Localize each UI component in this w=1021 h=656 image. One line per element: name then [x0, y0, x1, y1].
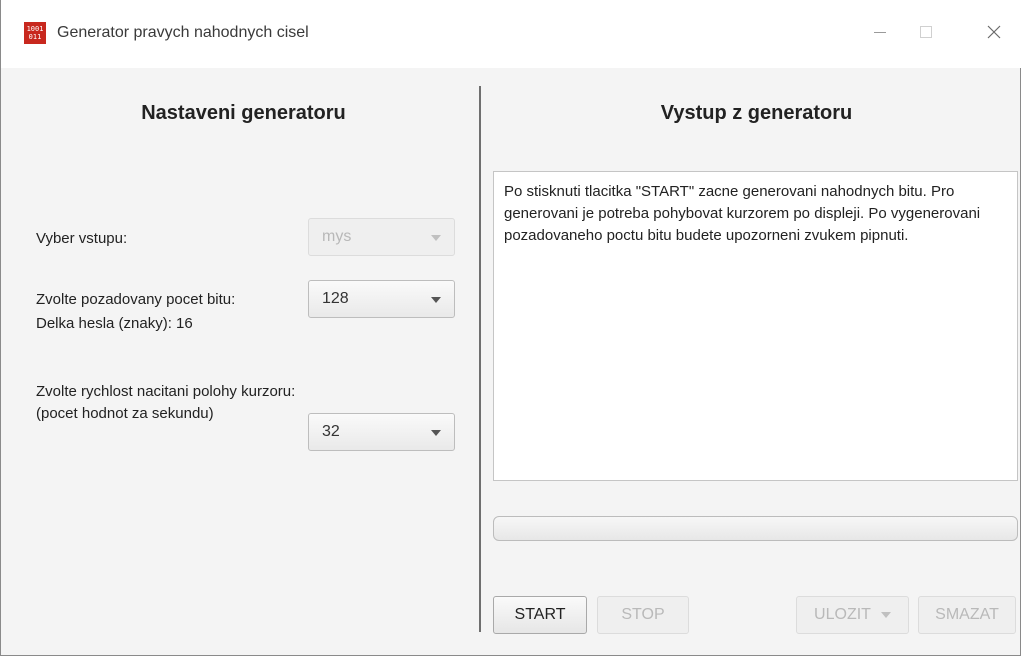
progress-bar — [493, 516, 1018, 541]
title-bar[interactable]: 1001 011 Generator pravych nahodnych cis… — [1, 0, 1021, 68]
clear-button[interactable]: SMAZAT — [918, 596, 1016, 634]
cursor-speed-sublabel: (pocet hodnot za sekundu) — [36, 405, 214, 422]
input-source-label: Vyber vstupu: — [36, 230, 128, 247]
save-menu-button[interactable]: ULOZIT — [796, 596, 909, 634]
bit-count-select[interactable]: 128 — [308, 280, 455, 318]
password-length-label: Delka hesla (znaky): 16 — [36, 315, 193, 332]
app-window: 1001 011 Generator pravych nahodnych cis… — [0, 0, 1021, 656]
start-button[interactable]: START — [493, 596, 587, 634]
chevron-down-icon — [880, 612, 891, 618]
output-heading: Vystup z generatoru — [660, 102, 853, 124]
close-icon — [987, 25, 1001, 39]
minimize-button[interactable] — [857, 14, 903, 50]
settings-heading: Nastaveni generatoru — [141, 102, 346, 124]
window-title: Generator pravych nahodnych cisel — [57, 24, 309, 41]
stop-button[interactable]: STOP — [597, 596, 689, 634]
save-label: ULOZIT — [814, 606, 871, 623]
input-source-value: mys — [322, 228, 352, 245]
panel-divider — [479, 86, 481, 632]
chevron-down-icon — [431, 430, 441, 436]
input-source-select[interactable]: mys — [308, 218, 455, 256]
maximize-icon — [920, 26, 932, 38]
output-textarea[interactable]: Po stisknuti tlacitka "START" zacne gene… — [493, 171, 1018, 481]
minimize-icon — [874, 31, 886, 33]
cursor-speed-label: Zvolte rychlost nacitani polohy kurzoru: — [36, 383, 296, 400]
maximize-button[interactable] — [903, 14, 949, 50]
chevron-down-icon — [431, 297, 441, 303]
cursor-speed-value: 32 — [322, 423, 340, 440]
cursor-speed-select[interactable]: 32 — [308, 413, 455, 451]
close-button[interactable] — [971, 14, 1017, 50]
bit-count-label: Zvolte pozadovany pocet bitu: — [36, 291, 236, 308]
chevron-down-icon — [431, 235, 441, 241]
bit-count-value: 128 — [322, 290, 349, 307]
app-icon: 1001 011 — [24, 22, 46, 44]
